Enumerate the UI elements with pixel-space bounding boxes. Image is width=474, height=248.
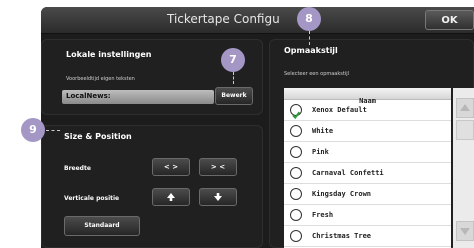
radio-icon[interactable]	[290, 167, 302, 179]
dialog-window: Tickertape Configu OK Lokale instellinge…	[41, 7, 474, 248]
scroll-down-button[interactable]	[456, 221, 474, 241]
size-position-heading: Size & Position	[64, 132, 132, 141]
radio-checked-icon[interactable]	[290, 104, 302, 120]
scroll-thumb[interactable]	[456, 120, 474, 140]
list-item-label: Pink	[312, 148, 329, 156]
list-item[interactable]: Kingsday Crown	[284, 184, 451, 205]
list-item-label: Christmas Tree	[312, 232, 372, 240]
radio-icon[interactable]	[290, 230, 302, 242]
triangle-up-icon	[460, 104, 470, 111]
size-position-panel: Size & Position Breedte < > > < Vertical…	[41, 125, 263, 248]
list-item-label: Xenox Default	[312, 106, 367, 114]
window-title: Tickertape Configu	[167, 12, 280, 26]
default-button[interactable]: Standaard	[64, 216, 140, 236]
radio-icon[interactable]	[290, 209, 302, 221]
preview-label: Voorbeeldtijd eigen teksten	[66, 76, 135, 82]
scroll-up-button[interactable]	[456, 98, 474, 118]
leader-line-9	[46, 130, 60, 131]
list-item[interactable]: White	[284, 121, 451, 142]
list-item[interactable]: Carnaval Confetti	[284, 163, 451, 184]
ok-button[interactable]: OK	[425, 10, 474, 30]
radio-icon[interactable]	[290, 188, 302, 200]
marker-8: 8	[297, 7, 321, 31]
local-settings-heading: Lokale instellingen	[66, 50, 152, 59]
leader-line-8	[309, 31, 310, 45]
title-bar: Tickertape Configu OK	[41, 7, 474, 34]
list-item[interactable]: Fresh	[284, 205, 451, 226]
leader-line-7	[233, 72, 234, 84]
radio-icon[interactable]	[290, 146, 302, 158]
list-item-label: Kingsday Crown	[312, 190, 372, 198]
arrow-up-icon	[167, 193, 175, 201]
list-item[interactable]: Xenox Default	[284, 100, 451, 121]
local-text-field[interactable]: LocalNews:	[62, 90, 214, 104]
move-up-button[interactable]	[152, 188, 190, 206]
local-text-value: LocalNews:	[66, 92, 111, 100]
list-item-label: Fresh	[312, 211, 334, 219]
widen-button[interactable]: < >	[152, 158, 190, 176]
list-item[interactable]: Pink	[284, 142, 451, 163]
column-header: Naam	[284, 88, 451, 105]
triangle-down-icon	[460, 228, 470, 235]
list-item-label: White	[312, 127, 334, 135]
list-scrollbar[interactable]	[453, 88, 474, 248]
move-down-button[interactable]	[199, 188, 237, 206]
narrow-button[interactable]: > <	[199, 158, 237, 176]
list-item-label: Carnaval Confetti	[312, 169, 384, 177]
style-heading: Opmaakstijl	[284, 46, 338, 55]
vertical-position-label: Verticale positie	[64, 195, 120, 202]
list-item[interactable]: Christmas Tree	[284, 226, 451, 247]
marker-9: 9	[21, 118, 45, 142]
style-list: Naam Xenox Default White Pink Carnaval Conf…	[284, 88, 451, 248]
edit-button[interactable]: Bewerk	[215, 87, 253, 105]
radio-icon[interactable]	[290, 125, 302, 137]
select-style-label: Selecteer een opmaakstijl	[284, 71, 349, 77]
style-panel: Opmaakstijl Selecteer een opmaakstijl Na…	[269, 39, 474, 248]
arrow-down-icon	[214, 193, 222, 201]
width-label: Breedte	[64, 165, 91, 172]
marker-7: 7	[221, 48, 245, 72]
